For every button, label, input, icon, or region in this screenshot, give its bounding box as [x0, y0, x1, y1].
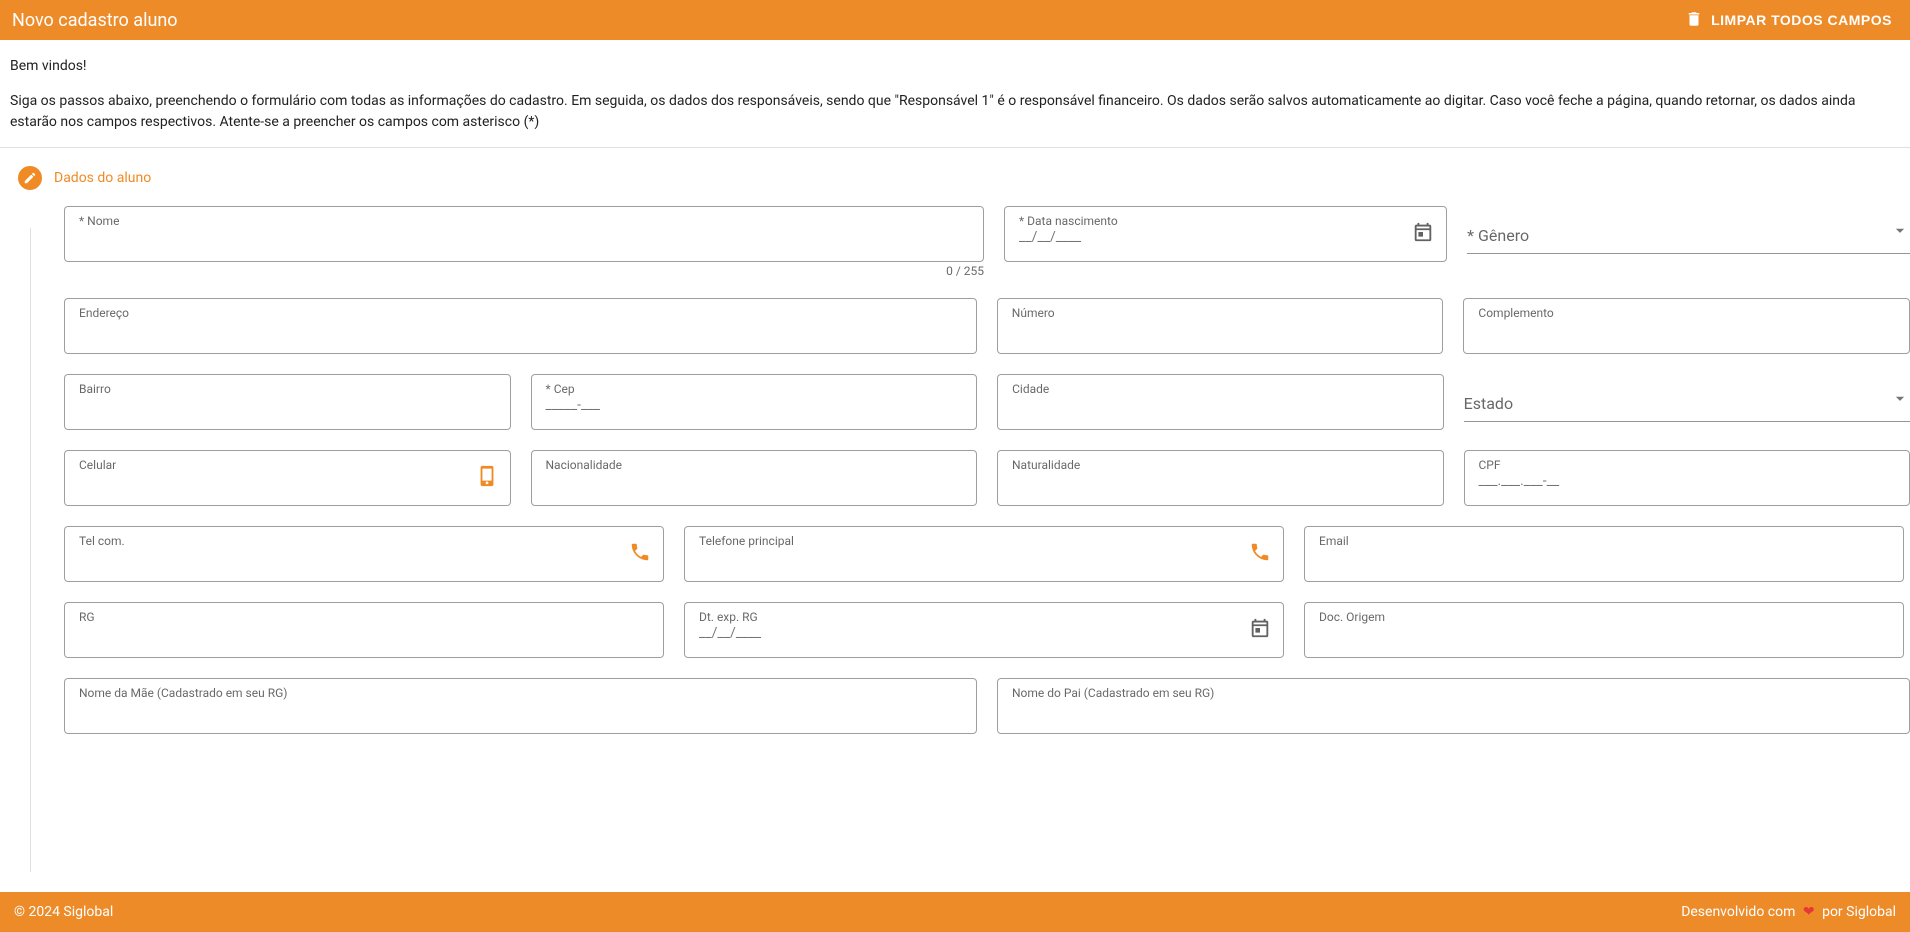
genero-select[interactable]: * Gênero [1467, 206, 1910, 254]
row: Tel com. Telefone principal Email [64, 526, 1910, 582]
field-label: RG [79, 610, 95, 624]
row: Celular Nacionalidade Naturalidade CPF _… [64, 450, 1910, 506]
nome-field[interactable]: * Nome [64, 206, 984, 262]
nacionalidade-field[interactable]: Nacionalidade [531, 450, 978, 506]
tel-principal-field[interactable]: Telefone principal [684, 526, 1284, 582]
chevron-down-icon [1890, 388, 1910, 412]
chevron-down-icon [1890, 220, 1910, 244]
field-label: Cidade [1012, 382, 1049, 396]
date-mask: __/__/____ [1019, 229, 1432, 245]
email-field[interactable]: Email [1304, 526, 1904, 582]
footer-credit-suffix: por Siglobal [1822, 904, 1896, 920]
row: Endereço Número Complemento [64, 298, 1910, 354]
celular-field[interactable]: Celular [64, 450, 511, 506]
stepper-line [30, 228, 31, 872]
field-label: Naturalidade [1012, 458, 1080, 472]
field-label: Dt. exp. RG [699, 610, 758, 624]
cidade-field[interactable]: Cidade [997, 374, 1444, 430]
section-title: Dados do aluno [54, 170, 151, 186]
instructions-text: Siga os passos abaixo, preenchendo o for… [10, 91, 1900, 133]
field-label: Doc. Origem [1319, 610, 1385, 624]
field-label: Estado [1464, 394, 1513, 413]
field-label: Nome da Mãe (Cadastrado em seu RG) [79, 686, 287, 700]
doc-origem-field[interactable]: Doc. Origem [1304, 602, 1904, 658]
field-label: Email [1319, 534, 1349, 548]
cep-mask: _____-___ [546, 397, 963, 413]
data-nascimento-field[interactable]: * Data nascimento __/__/____ [1004, 206, 1447, 262]
footer-credit: Desenvolvido com ❤ por Siglobal [1681, 904, 1896, 920]
field-label: CPF [1479, 458, 1501, 472]
nome-counter: 0 / 255 [64, 264, 984, 278]
phone-icon [1249, 541, 1271, 567]
field-label: Tel com. [79, 534, 125, 548]
row: Nome da Mãe (Cadastrado em seu RG) Nome … [64, 678, 1910, 734]
app-header: Novo cadastro aluno LIMPAR TODOS CAMPOS [0, 0, 1910, 40]
rg-field[interactable]: RG [64, 602, 664, 658]
dt-exp-rg-field[interactable]: Dt. exp. RG __/__/____ [684, 602, 1284, 658]
pencil-icon [18, 166, 42, 190]
calendar-icon[interactable] [1249, 617, 1271, 643]
complemento-field[interactable]: Complemento [1463, 298, 1910, 354]
section-header: Dados do aluno [0, 148, 1910, 194]
nome-mae-field[interactable]: Nome da Mãe (Cadastrado em seu RG) [64, 678, 977, 734]
field-label: * Data nascimento [1019, 214, 1118, 228]
bairro-field[interactable]: Bairro [64, 374, 511, 430]
intro-block: Bem vindos! Siga os passos abaixo, preen… [0, 40, 1910, 148]
field-label: Telefone principal [699, 534, 794, 548]
date-mask: __/__/____ [699, 625, 1269, 641]
calendar-icon[interactable] [1412, 221, 1434, 247]
field-label: Celular [79, 458, 116, 472]
heart-icon: ❤ [1803, 904, 1815, 920]
row: * Nome 0 / 255 * Data nascimento __/__/_… [64, 206, 1910, 278]
tel-com-field[interactable]: Tel com. [64, 526, 664, 582]
page-title: Novo cadastro aluno [12, 10, 178, 31]
footer-credit-prefix: Desenvolvido com [1681, 904, 1795, 920]
trash-icon [1685, 10, 1703, 31]
field-label: Nome do Pai (Cadastrado em seu RG) [1012, 686, 1214, 700]
endereco-field[interactable]: Endereço [64, 298, 977, 354]
cpf-field[interactable]: CPF ___.___.___-__ [1464, 450, 1910, 506]
row: Bairro * Cep _____-___ Cidade Estado [64, 374, 1910, 430]
footer: © 2024 Siglobal Desenvolvido com ❤ por S… [0, 892, 1910, 932]
naturalidade-field[interactable]: Naturalidade [997, 450, 1444, 506]
phone-icon [629, 541, 651, 567]
cep-field[interactable]: * Cep _____-___ [531, 374, 978, 430]
field-label: Endereço [79, 306, 129, 320]
estado-select[interactable]: Estado [1464, 374, 1910, 422]
field-label: * Gênero [1467, 226, 1529, 245]
nome-pai-field[interactable]: Nome do Pai (Cadastrado em seu RG) [997, 678, 1910, 734]
clear-all-button[interactable]: LIMPAR TODOS CAMPOS [1679, 9, 1898, 32]
field-label: * Cep [546, 382, 575, 396]
field-label: Nacionalidade [546, 458, 623, 472]
row: RG Dt. exp. RG __/__/____ Doc. Origem [64, 602, 1910, 658]
field-label: Bairro [79, 382, 111, 396]
field-label: * Nome [79, 214, 119, 228]
welcome-text: Bem vindos! [10, 56, 1900, 77]
numero-field[interactable]: Número [997, 298, 1444, 354]
field-label: Complemento [1478, 306, 1553, 320]
smartphone-icon [476, 465, 498, 491]
footer-copyright: © 2024 Siglobal [14, 904, 113, 920]
field-label: Número [1012, 306, 1055, 320]
clear-all-label: LIMPAR TODOS CAMPOS [1711, 12, 1892, 28]
form: * Nome 0 / 255 * Data nascimento __/__/_… [0, 194, 1910, 754]
cpf-mask: ___.___.___-__ [1479, 473, 1896, 489]
